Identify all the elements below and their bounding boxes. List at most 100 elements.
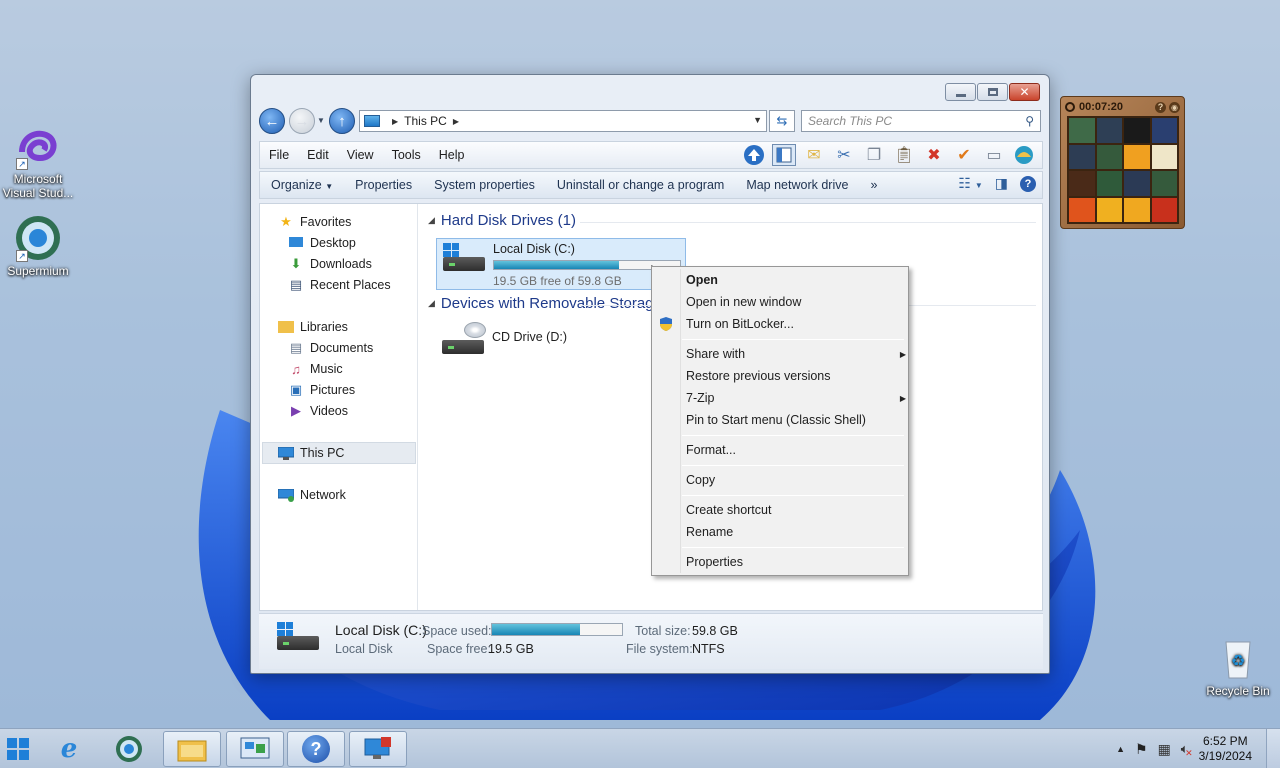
drive-item-d[interactable]: CD Drive (D:) xyxy=(436,320,656,360)
taskbar-remote-desktop[interactable] xyxy=(349,731,407,767)
nav-videos[interactable]: ▶ Videos xyxy=(288,401,348,421)
paste-icon[interactable]: 📋︎ xyxy=(892,144,916,166)
menu-file[interactable]: File xyxy=(260,148,298,162)
organize-button[interactable]: Organize ▼ xyxy=(260,178,344,192)
ctx-share-with[interactable]: Share with ▶ xyxy=(686,344,906,364)
details-type: Local Disk xyxy=(335,642,393,656)
forward-button[interactable]: → xyxy=(289,108,315,134)
address-bar[interactable]: ▶ This PC ▶ ▼ xyxy=(359,110,767,132)
navigation-pane-icon[interactable] xyxy=(772,144,796,166)
start-button[interactable] xyxy=(0,731,36,767)
search-input[interactable]: Search This PC ⚲ xyxy=(801,110,1041,132)
nav-network[interactable]: Network xyxy=(278,485,346,505)
ctx-restore-previous-versions[interactable]: Restore previous versions xyxy=(686,366,831,386)
taskbar-help[interactable]: ? xyxy=(287,731,345,767)
ctx-copy[interactable]: Copy xyxy=(686,470,715,490)
nav-label: Documents xyxy=(310,341,374,355)
taskbar-file-explorer[interactable] xyxy=(163,731,221,767)
change-view-icon[interactable]: ☷ ▼ xyxy=(958,175,982,192)
taskbar-clock[interactable]: 6:52 PM 3/19/2024 xyxy=(1199,734,1252,764)
uninstall-program-button[interactable]: Uninstall or change a program xyxy=(546,178,735,192)
classic-shell-icon[interactable] xyxy=(1012,144,1036,166)
desktop-icon-visual-studio[interactable]: ↗ Microsoft Visual Stud... xyxy=(0,122,76,200)
view-controls: ☷ ▼ ◨ ? xyxy=(958,175,1036,192)
group-header-removable[interactable]: ◢ Devices with Removable Storage xyxy=(428,295,662,312)
ctx-create-shortcut[interactable]: Create shortcut xyxy=(686,500,771,520)
ctx-open-new-window[interactable]: Open in new window xyxy=(686,292,801,312)
menu-help[interactable]: Help xyxy=(430,148,474,162)
preview-pane-icon[interactable]: ◨ xyxy=(995,175,1008,192)
nav-desktop[interactable]: Desktop xyxy=(288,233,356,253)
show-hidden-icons-icon[interactable]: ▲ xyxy=(1116,744,1125,754)
nav-recent-places[interactable]: ▤ Recent Places xyxy=(288,275,391,295)
maximize-button[interactable] xyxy=(977,83,1008,101)
ctx-pin-to-start[interactable]: Pin to Start menu (Classic Shell) xyxy=(686,410,866,430)
caption-buttons: ✕ xyxy=(945,83,1040,101)
ctx-turn-on-bitlocker[interactable]: Turn on BitLocker... xyxy=(686,314,794,334)
show-desktop-button[interactable] xyxy=(1266,729,1280,768)
remote-desktop-icon xyxy=(364,737,391,759)
download-arrow-icon: ⬇ xyxy=(290,256,302,271)
ctx-7zip[interactable]: 7-Zip ▶ xyxy=(686,388,906,408)
action-center-flag-icon[interactable]: ⚑ xyxy=(1135,741,1148,758)
delete-icon[interactable]: ✖ xyxy=(922,144,946,166)
puzzle-grid[interactable] xyxy=(1067,116,1179,224)
checkmark-icon[interactable]: ✔ xyxy=(952,144,976,166)
nav-documents[interactable]: ▤ Documents xyxy=(288,338,373,358)
copy-icon[interactable]: ❐ xyxy=(862,144,886,166)
nav-this-pc[interactable]: This PC xyxy=(278,443,344,463)
group-header-hdd[interactable]: ◢ Hard Disk Drives (1) xyxy=(428,212,576,229)
taskbar-internet-explorer[interactable]: e xyxy=(40,731,98,767)
menu-edit[interactable]: Edit xyxy=(298,148,338,162)
nav-favorites[interactable]: ★ Favorites xyxy=(278,212,351,232)
close-button[interactable]: ✕ xyxy=(1009,83,1040,101)
gadget-help-icon[interactable]: ? xyxy=(1155,101,1166,113)
drive-item-c[interactable]: Local Disk (C:) 19.5 GB free of 59.8 GB xyxy=(436,238,686,290)
more-commands-button[interactable]: » xyxy=(859,178,888,192)
system-properties-button[interactable]: System properties xyxy=(423,178,546,192)
ctx-properties[interactable]: Properties xyxy=(686,552,743,572)
breadcrumb-this-pc[interactable]: This PC xyxy=(404,114,447,128)
ctx-rename[interactable]: Rename xyxy=(686,522,733,542)
ctx-open[interactable]: Open xyxy=(686,270,718,290)
email-folder-icon[interactable]: ✉ xyxy=(802,144,826,166)
system-tray: ▲ ⚑ ▦ 🔈︎ ✕ 6:52 PM 3/19/2024 xyxy=(1116,729,1280,768)
back-button[interactable]: ← xyxy=(259,108,285,134)
address-dropdown-icon[interactable]: ▼ xyxy=(753,115,762,125)
nav-downloads[interactable]: ⬇ Downloads xyxy=(288,254,372,274)
help-icon: ? xyxy=(302,735,330,763)
network-tray-icon[interactable]: ▦ xyxy=(1158,741,1171,758)
nav-libraries[interactable]: Libraries xyxy=(278,317,348,337)
recent-pages-dropdown-icon[interactable]: ▼ xyxy=(317,116,325,125)
total-size-label: Total size: xyxy=(635,624,691,638)
breadcrumb-chevron-icon[interactable]: ▶ xyxy=(453,117,459,126)
ctx-format[interactable]: Format... xyxy=(686,440,736,460)
map-network-drive-button[interactable]: Map network drive xyxy=(735,178,859,192)
volume-muted-icon[interactable]: 🔈︎ ✕ xyxy=(1181,741,1193,758)
desktop-icon-recycle-bin[interactable]: ♻ Recycle Bin xyxy=(1200,634,1276,698)
control-panel-icon xyxy=(240,737,270,759)
help-icon[interactable]: ? xyxy=(1020,175,1036,192)
navigation-pane: ★ Favorites Desktop ⬇ Downloads ▤ Recent Pl… xyxy=(260,204,418,610)
up-folder-icon[interactable] xyxy=(742,144,766,166)
up-button[interactable]: ↑ xyxy=(329,108,355,134)
taskbar-supermium[interactable] xyxy=(100,731,158,767)
taskbar-control-panel[interactable] xyxy=(226,731,284,767)
breadcrumb-chevron-icon[interactable]: ▶ xyxy=(392,117,398,126)
nav-pictures[interactable]: ▣ Pictures xyxy=(288,380,355,400)
menu-tools[interactable]: Tools xyxy=(383,148,430,162)
pictures-icon: ▣ xyxy=(289,382,303,397)
minimize-button[interactable] xyxy=(945,83,976,101)
gadget-shuffle-icon[interactable]: ◉ xyxy=(1169,101,1180,113)
rename-icon[interactable]: ▭ xyxy=(982,144,1006,166)
properties-button[interactable]: Properties xyxy=(344,178,423,192)
refresh-button[interactable]: ⇆ xyxy=(769,110,795,132)
cut-icon[interactable]: ✂ xyxy=(832,144,856,166)
ctx-label: 7-Zip xyxy=(686,391,715,405)
nav-music[interactable]: ♫ Music xyxy=(288,359,343,379)
search-icon[interactable]: ⚲ xyxy=(1025,114,1034,128)
desktop-icon-supermium[interactable]: ↗ Supermium xyxy=(0,214,76,278)
menu-view[interactable]: View xyxy=(338,148,383,162)
libraries-folder-icon xyxy=(278,320,294,334)
puzzle-gadget[interactable]: 00:07:20 ? ◉ xyxy=(1060,96,1185,229)
